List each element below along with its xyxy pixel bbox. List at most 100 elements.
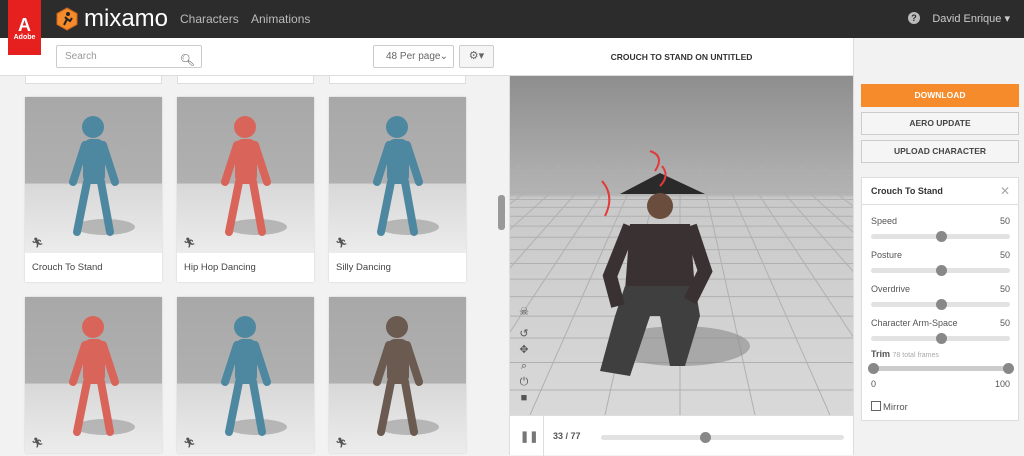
checkbox-icon <box>871 401 881 411</box>
total-frames: 77 <box>570 431 581 441</box>
preview-viewer: CROUCH TO STAND ON UNTITLED ☠ ↺ ✥ ⌕ ⏻ ■ <box>510 38 853 456</box>
character-figure <box>221 316 287 436</box>
zoom-icon[interactable]: ⌕ <box>518 358 530 374</box>
trim-min: 0 <box>871 379 877 389</box>
adobe-label: Adobe <box>13 34 36 41</box>
pan-icon[interactable]: ✥ <box>518 342 530 358</box>
close-icon[interactable]: ✕ <box>1000 184 1010 198</box>
mirror-label: Mirror <box>883 402 908 413</box>
help-icon[interactable]: ? <box>908 12 920 24</box>
viewport-tools: ☠ ↺ ✥ ⌕ ⏻ ■ <box>518 304 530 406</box>
card-partial <box>25 76 162 84</box>
animation-card[interactable]: 🏃︎ Crouch To Stand <box>25 97 162 282</box>
3d-viewport[interactable]: ☠ ↺ ✥ ⌕ ⏻ ■ <box>510 76 853 415</box>
animation-card[interactable]: 🏃︎ Hip Hop Dancing <box>177 97 314 282</box>
skeleton-icon[interactable]: ☠ <box>518 304 530 320</box>
trim-label: Trim <box>871 349 891 359</box>
param-knob[interactable] <box>935 299 947 310</box>
per-page-value: 48 Per page <box>386 51 441 62</box>
timeline-knob[interactable] <box>700 432 712 443</box>
card-label: Hip Hop Dancing <box>184 262 256 273</box>
adobe-logo[interactable]: A Adobe <box>8 0 41 55</box>
search-icon[interactable]: 🔍︎ <box>180 50 195 71</box>
browser-toolbar: Search 🔍︎ 48 Per page ⌄ ⚙▾ <box>0 38 510 76</box>
frame-counter: 33 / 77 <box>553 431 581 441</box>
character-figure <box>69 116 135 236</box>
animation-card[interactable]: 🏃︎ <box>329 297 466 453</box>
trim-start-knob[interactable] <box>868 363 879 374</box>
user-menu[interactable]: David Enrique ▾ <box>932 12 1010 25</box>
animation-card[interactable]: 🏃︎ <box>177 297 314 453</box>
user-name: David Enrique <box>932 13 1002 25</box>
character-figure <box>373 316 439 436</box>
character-figure <box>69 316 135 436</box>
character-figure <box>373 116 439 236</box>
animation-card[interactable]: 🏃︎ <box>25 297 162 453</box>
animation-thumbnail: 🏃︎ <box>25 297 162 453</box>
running-man-icon: 🏃︎ <box>335 438 348 449</box>
animation-thumbnail: 🏃︎ <box>329 97 466 253</box>
param-value: 50 <box>999 216 1010 226</box>
param-value: 50 <box>999 284 1010 294</box>
scrollbar-thumb[interactable] <box>498 195 505 230</box>
param-label: Overdrive <box>871 284 911 294</box>
animation-thumbnail: 🏃︎ <box>25 97 162 253</box>
upload-character-button[interactable]: UPLOAD CHARACTER <box>861 140 1019 163</box>
search-placeholder: Search <box>65 51 97 62</box>
current-frame: 33 <box>553 431 564 441</box>
panel-title: Crouch To Stand <box>862 178 1018 205</box>
animation-thumbnail: 🏃︎ <box>329 297 466 453</box>
animation-thumbnail: 🏃︎ <box>177 297 314 453</box>
animation-browser: Search 🔍︎ 48 Per page ⌄ ⚙▾ 🏃︎ Crouch To Sta… <box>0 38 510 455</box>
running-man-icon: 🏃︎ <box>31 438 44 449</box>
chevron-down-icon: ⌄ <box>439 51 448 62</box>
card-label: Crouch To Stand <box>32 262 103 273</box>
timeline-slider[interactable] <box>601 435 844 440</box>
card-partial <box>329 76 466 84</box>
trim-slider[interactable] <box>871 366 1010 371</box>
pause-icon[interactable]: ❚❚ <box>520 430 538 443</box>
mixamo-logo-icon <box>56 7 78 31</box>
trim-note: 78 total frames <box>892 352 939 359</box>
param-knob[interactable] <box>935 333 947 344</box>
mirror-checkbox[interactable]: Mirror <box>871 401 908 413</box>
param-label: Speed <box>871 216 898 226</box>
character-figure <box>221 116 287 236</box>
param-value: 50 <box>999 250 1010 260</box>
caret-down-icon: ▾ <box>1004 13 1010 25</box>
aero-update-button[interactable]: AERO UPDATE <box>861 112 1019 135</box>
viewer-title: CROUCH TO STAND ON UNTITLED <box>510 38 853 76</box>
param-label: Posture <box>871 250 903 260</box>
power-icon[interactable]: ⏻ <box>518 374 530 390</box>
animation-thumbnail: 🏃︎ <box>177 97 314 253</box>
frame-separator: / <box>563 431 571 441</box>
gear-icon: ⚙▾ <box>468 50 485 62</box>
param-label: Character Arm-Space <box>871 318 958 328</box>
card-label: Silly Dancing <box>336 262 391 273</box>
camera-icon[interactable]: ■ <box>518 390 530 406</box>
search-input[interactable]: Search 🔍︎ <box>56 45 202 68</box>
floor-grid <box>510 150 853 415</box>
nav-characters[interactable]: Characters <box>180 12 239 26</box>
param-knob[interactable] <box>935 265 947 276</box>
param-value: 50 <box>999 318 1010 328</box>
animation-card[interactable]: 🏃︎ Silly Dancing <box>329 97 466 282</box>
running-man-icon: 🏃︎ <box>183 238 196 249</box>
running-man-icon: 🏃︎ <box>335 238 348 249</box>
trim-max: 100 <box>994 379 1010 389</box>
per-page-select[interactable]: 48 Per page ⌄ <box>373 45 454 68</box>
settings-dropdown[interactable]: ⚙▾ <box>459 45 494 68</box>
trim-end-knob[interactable] <box>1003 363 1014 374</box>
running-man-icon: 🏃︎ <box>31 238 44 249</box>
download-button[interactable]: DOWNLOAD <box>861 84 1019 107</box>
param-knob[interactable] <box>935 231 947 242</box>
right-sidebar: DOWNLOAD AERO UPDATE UPLOAD CHARACTER Cr… <box>853 38 1024 455</box>
running-man-icon: 🏃︎ <box>183 438 196 449</box>
playback-controls: ❚❚ 33 / 77 <box>510 415 853 456</box>
card-partial <box>177 76 314 84</box>
reset-icon[interactable]: ↺ <box>518 326 530 342</box>
top-nav: A Adobe mixamo Characters Animations ? Da… <box>0 0 1024 55</box>
brand-name[interactable]: mixamo <box>84 6 168 32</box>
animation-settings-panel: Crouch To Stand ✕ Speed 50 Posture 50 Overdr… <box>861 177 1019 421</box>
nav-animations[interactable]: Animations <box>251 12 310 26</box>
